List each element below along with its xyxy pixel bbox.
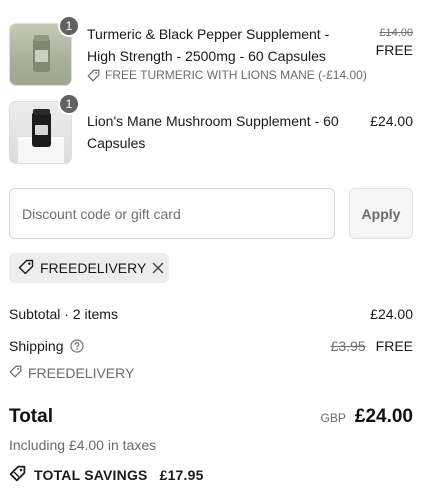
total-values: GBP £24.00 — [321, 406, 413, 428]
savings-tag-icon — [9, 465, 26, 485]
shipping-code-label: FREEDELIVERY — [28, 365, 135, 381]
apply-button[interactable]: Apply — [349, 188, 413, 239]
item-price: FREE — [375, 42, 413, 58]
discount-code-field[interactable] — [9, 188, 335, 239]
price-column: £24.00 — [370, 113, 413, 129]
subtotal-value: £24.00 — [370, 306, 413, 322]
total-amount: £24.00 — [354, 406, 413, 427]
supplement-jar-graphic — [33, 35, 50, 72]
savings-amount: £17.95 — [159, 467, 204, 483]
tag-icon — [87, 69, 100, 82]
original-price: £14.00 — [379, 27, 413, 39]
price-column: £14.00 FREE — [376, 27, 413, 58]
total-label: Total — [9, 406, 53, 427]
product-title: Lion's Mane Mushroom Supplement - 60 Cap… — [87, 113, 339, 151]
shipping-value: FREE — [375, 338, 413, 354]
quantity-badge: 1 — [58, 93, 80, 115]
applied-code-label: FREEDELIVERY — [40, 260, 147, 276]
supplement-jar-graphic — [32, 109, 51, 147]
help-icon[interactable] — [69, 339, 84, 353]
shipping-discount-code: FREEDELIVERY — [9, 365, 413, 381]
tag-icon — [18, 259, 34, 278]
shipping-row: Shipping £3.95 FREE — [9, 338, 413, 354]
tag-icon — [9, 365, 22, 381]
item-discount-label: FREE TURMERIC WITH LIONS MANE (-£14.00) — [105, 68, 367, 82]
close-icon[interactable] — [152, 262, 164, 274]
quantity-badge: 1 — [58, 15, 80, 37]
discount-code-input[interactable] — [10, 189, 334, 238]
total-row: Total GBP £24.00 — [9, 406, 413, 432]
item-discount: FREE TURMERIC WITH LIONS MANE (-£14.00) — [87, 68, 367, 82]
subtotal-row: Subtotal · 2 items £24.00 — [9, 306, 413, 322]
shipping-values: £3.95 FREE — [331, 338, 413, 354]
taxes-note: Including £4.00 in taxes — [9, 437, 157, 453]
shipping-label: Shipping — [9, 338, 64, 354]
subtotal-label: Subtotal · 2 items — [9, 306, 118, 322]
savings-label: TOTAL SAVINGS — [34, 467, 148, 483]
applied-discount-chip: FREEDELIVERY — [9, 253, 169, 283]
product-title: Turmeric & Black Pepper Supplement - Hig… — [87, 26, 330, 64]
item-price: £24.00 — [370, 113, 413, 129]
currency-code: GBP — [320, 411, 346, 425]
total-savings: TOTAL SAVINGS £17.95 — [9, 465, 204, 485]
shipping-original-price: £3.95 — [330, 338, 366, 354]
